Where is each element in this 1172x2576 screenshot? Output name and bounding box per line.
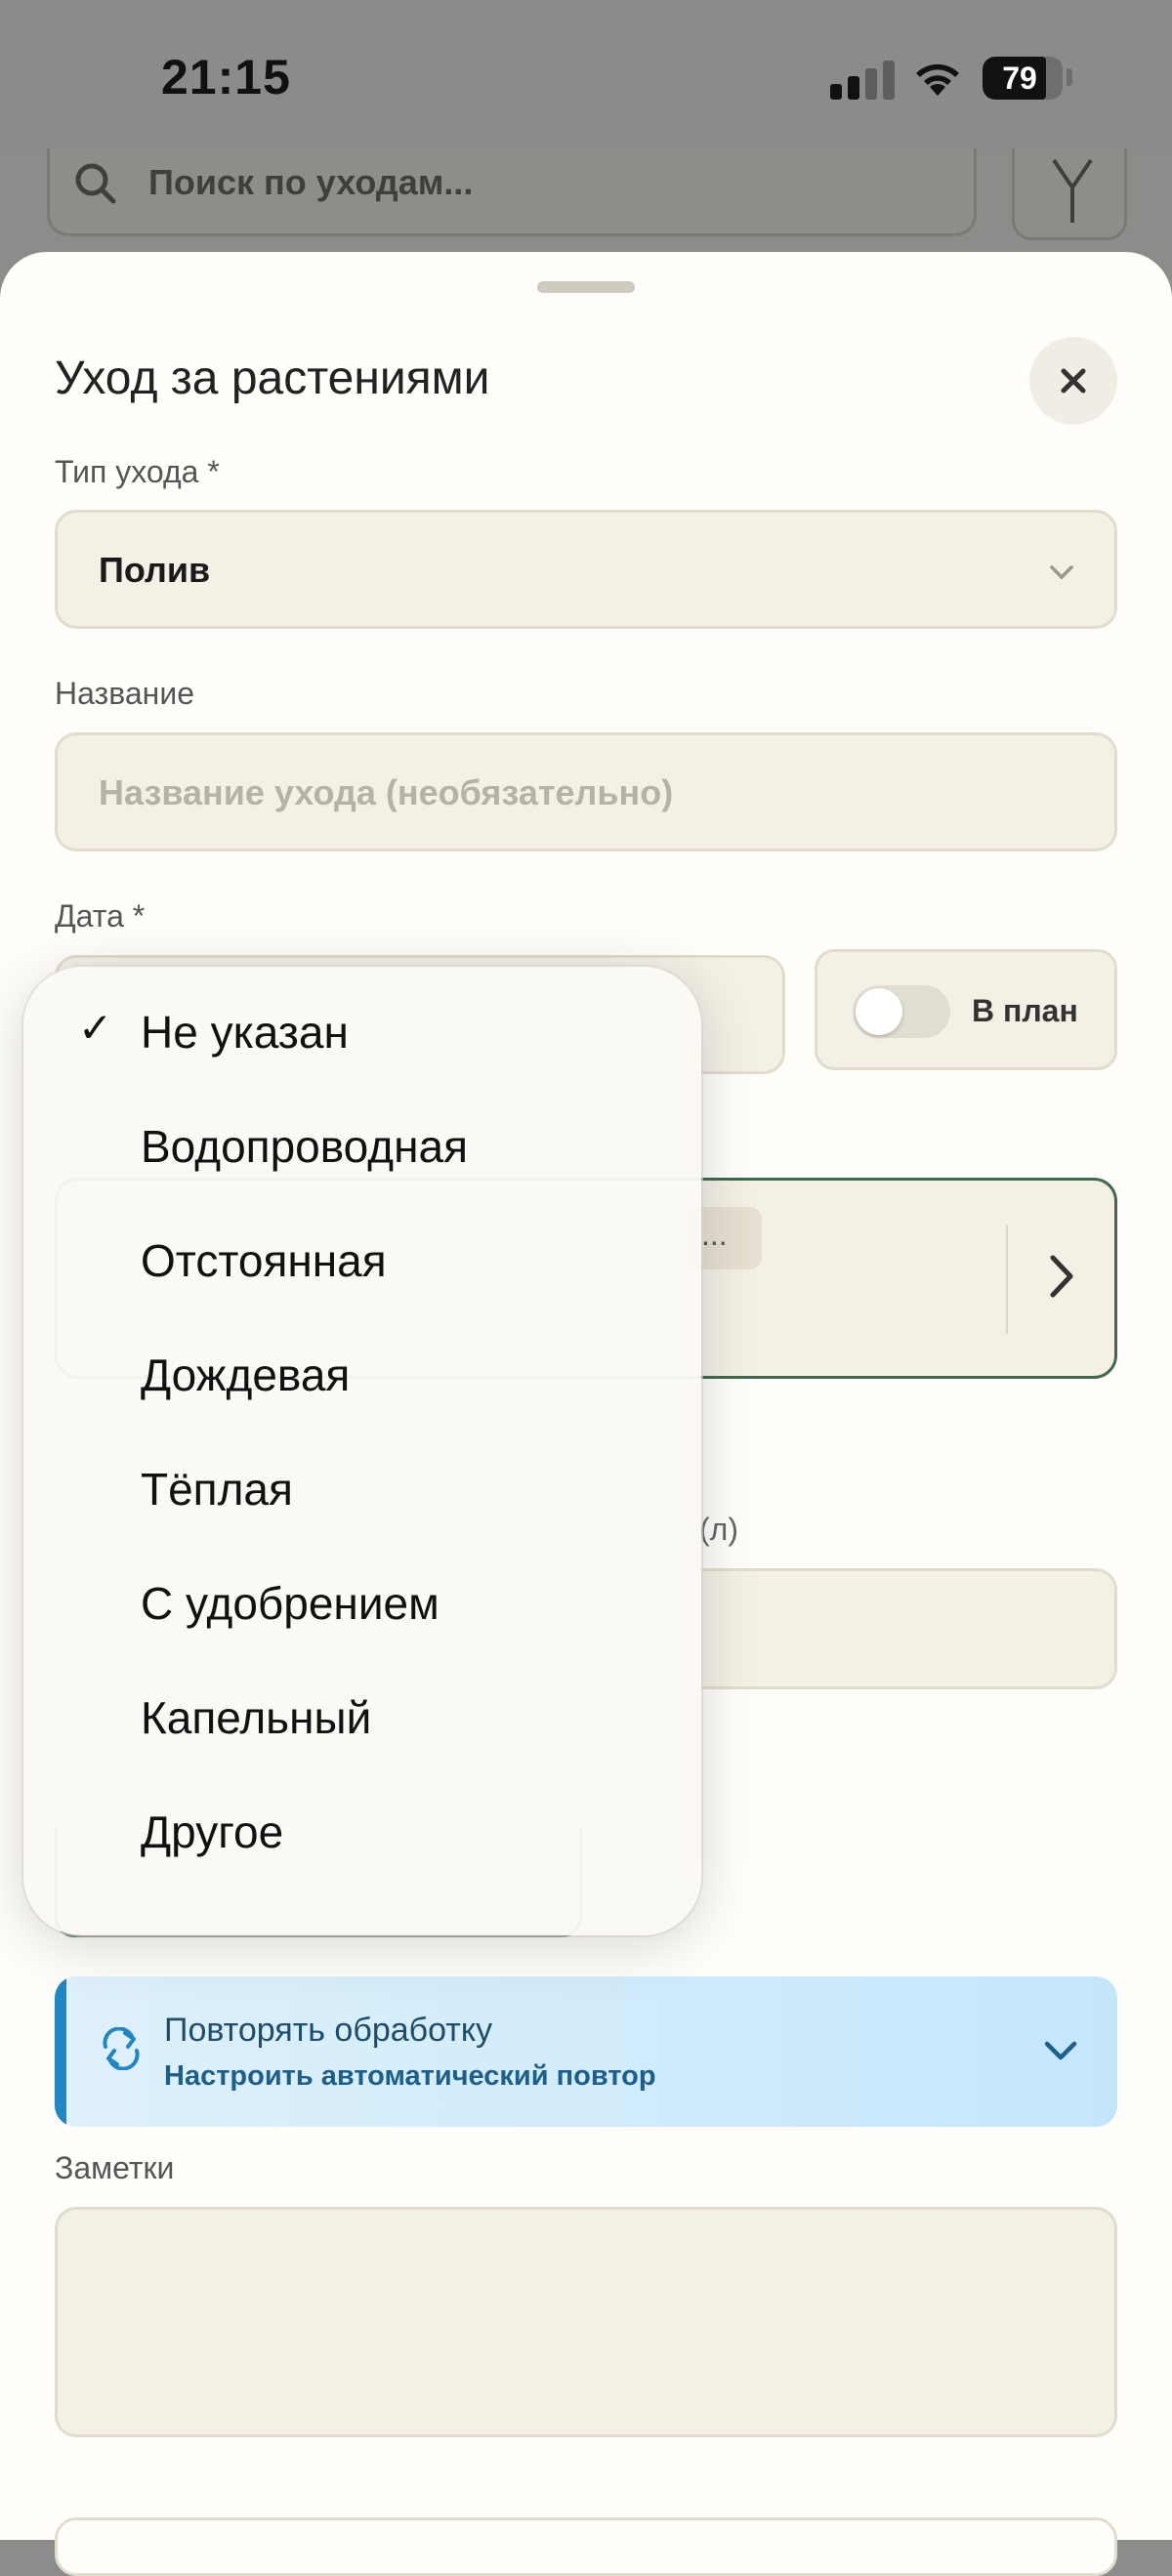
repeat-treatment-panel[interactable]: Повторять обработку Настроить автоматиче…	[55, 1976, 1117, 2127]
dropdown-option-label: Тёплая	[141, 1464, 293, 1515]
status-time: 21:15	[161, 50, 291, 104]
name-placeholder: Название ухода (необязательно)	[99, 772, 674, 812]
battery-tip	[1067, 68, 1072, 86]
dropdown-option[interactable]: Тёплая	[23, 1432, 701, 1546]
water-chip-text: ...	[701, 1217, 728, 1252]
close-icon	[1061, 368, 1086, 394]
plan-toggle-box[interactable]: В план	[815, 949, 1117, 1070]
background-filter-button	[1012, 148, 1127, 240]
filter-icon	[1052, 158, 1093, 223]
water-type-dropdown: ✓ Не указан Водопроводная Отстоянная Дождева…	[23, 967, 701, 1935]
dropdown-option-label: Водопроводная	[141, 1121, 468, 1172]
dropdown-option-label: Капельный	[141, 1692, 372, 1743]
repeat-subtitle: Настроить автоматический повтор	[164, 2060, 656, 2092]
care-type-select[interactable]: Полив	[55, 510, 1117, 629]
dropdown-option-label: Другое	[141, 1807, 284, 1857]
battery-level: 79	[1002, 61, 1037, 96]
wifi-icon	[916, 63, 959, 96]
close-button[interactable]	[1029, 337, 1117, 425]
plan-toggle-label: В план	[972, 993, 1078, 1028]
dropdown-option[interactable]: Другое	[23, 1774, 701, 1889]
battery-icon: 79	[983, 57, 1063, 100]
notes-textarea[interactable]	[55, 2207, 1117, 2437]
date-label: Дата *	[55, 898, 146, 934]
dropdown-option[interactable]: Дождевая	[23, 1317, 701, 1432]
dropdown-option[interactable]: Капельный	[23, 1660, 701, 1774]
chevron-down-icon	[1044, 2041, 1077, 2060]
water-divider	[1006, 1225, 1008, 1334]
dropdown-option-label: Отстоянная	[141, 1235, 387, 1286]
dropdown-option[interactable]: ✓ Не указан	[23, 975, 701, 1089]
dropdown-option-label: С удобрением	[141, 1578, 440, 1629]
care-type-value: Полив	[99, 550, 211, 590]
search-icon	[75, 163, 116, 204]
notes-label: Заметки	[55, 2150, 175, 2185]
repeat-accent-bar	[55, 1976, 66, 2127]
sheet-grabber[interactable]	[537, 281, 635, 293]
checkmark-icon: ✓	[78, 1005, 113, 1051]
name-label: Название	[55, 676, 194, 711]
dropdown-option[interactable]: Водопроводная	[23, 1089, 701, 1203]
bottom-field[interactable]	[55, 2517, 1117, 2576]
repeat-icon	[103, 2027, 140, 2070]
chevron-right-icon[interactable]	[1047, 1254, 1076, 1299]
care-type-label: Тип ухода *	[55, 454, 220, 489]
chevron-down-icon	[1050, 565, 1073, 580]
dropdown-option[interactable]: Отстоянная	[23, 1203, 701, 1317]
repeat-title: Повторять обработку	[164, 2012, 493, 2049]
dropdown-option-label: Дождевая	[141, 1350, 351, 1400]
dropdown-option[interactable]: С удобрением	[23, 1546, 701, 1660]
sheet-title: Уход за растениями	[55, 353, 490, 404]
volume-label: (л)	[699, 1512, 738, 1547]
background-search-placeholder: Поиск по уходам...	[148, 162, 474, 202]
dropdown-option-label: Не указан	[141, 1007, 349, 1058]
name-input[interactable]: Название ухода (необязательно)	[55, 732, 1117, 852]
toggle-knob	[856, 988, 902, 1035]
cellular-signal-icon	[830, 61, 895, 100]
plan-toggle[interactable]	[853, 985, 950, 1038]
